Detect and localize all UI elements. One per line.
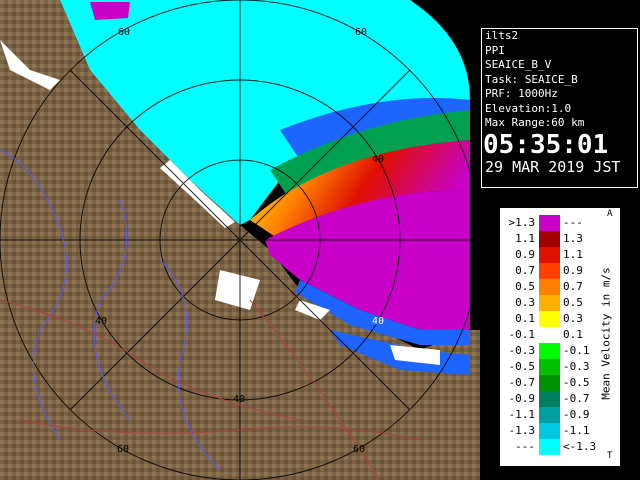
ring-label-40-sw: 40 — [95, 316, 107, 327]
legend-color-swatch — [539, 407, 560, 423]
legend-row-left-label: 0.9 — [515, 248, 535, 261]
legend-row-left-label: -0.5 — [508, 360, 536, 373]
legend-color-swatch — [539, 423, 560, 439]
ring-label-40-s: 40 — [233, 394, 245, 405]
legend-row-left-label: -0.3 — [508, 344, 536, 357]
task-name: Task: SEAICE_B — [485, 72, 578, 86]
ring-label-40-se: 40 — [372, 316, 384, 327]
ring-label-60-nw: 60 — [118, 27, 130, 38]
magenta-blob — [90, 2, 130, 20]
legend-row-right-label: <-1.3 — [563, 440, 597, 453]
legend-row-left-label: 0.1 — [515, 312, 535, 325]
legend-row-left-label: --- — [515, 440, 535, 453]
ring-label-40-ne: 40 — [372, 154, 384, 165]
legend-row-left-label: 0.5 — [515, 280, 535, 293]
scan-mode: PPI — [485, 43, 505, 57]
ring-label-60-ne: 60 — [355, 27, 367, 38]
legend-title-box: Mean Velocity in m/s — [597, 219, 617, 455]
legend-color-swatch — [539, 247, 560, 263]
legend-row-left-label: 1.1 — [515, 232, 535, 245]
legend-color-swatch — [539, 327, 560, 343]
ring-label-60-sw: 60 — [117, 444, 129, 455]
max-range-value: Max Range:60 km — [485, 116, 585, 129]
range-rings — [0, 0, 480, 480]
legend-row-right-label: 0.3 — [563, 312, 583, 325]
legend-color-swatch — [539, 311, 560, 327]
legend-color-swatch — [539, 279, 560, 295]
legend-row-right-label: 1.3 — [563, 232, 583, 245]
ring-label-60-se: 60 — [353, 444, 365, 455]
legend-row-left-label: -0.1 — [508, 328, 536, 341]
legend-row-right-label: --- — [563, 216, 583, 229]
legend-row-right-label: -0.9 — [563, 408, 590, 421]
legend-color-swatch — [539, 231, 560, 247]
legend-row-left-label: -1.1 — [508, 408, 536, 421]
elevation-value: Elevation:1.0 — [485, 101, 572, 115]
radar-image: 60 60 40 40 40 40 60 60 — [0, 0, 480, 480]
legend-color-swatch — [539, 295, 560, 311]
product-name: SEAICE_B_V — [485, 58, 552, 71]
legend-row-right-label: -1.1 — [563, 424, 590, 437]
legend-row-right-label: 0.5 — [563, 296, 583, 309]
legend-row-right-label: 0.7 — [563, 280, 583, 293]
velocity-legend: >1.3 --- 1.1 1.3 0.9 1.1 0.7 0.9 0.5 0.7 0.3 0.5 0.1… — [500, 208, 620, 466]
legend-row-right-label: -0.7 — [563, 392, 590, 405]
legend-color-swatch — [539, 215, 560, 231]
legend-row-left-label: -1.3 — [508, 424, 536, 437]
legend-row-right-label: 1.1 — [563, 248, 583, 261]
prf-value: PRF: 1000Hz — [485, 87, 558, 100]
legend-row-right-label: 0.1 — [563, 328, 583, 341]
legend-color-swatch — [539, 391, 560, 407]
legend-row-right-label: -0.1 — [563, 344, 590, 357]
scan-date: 29 MAR 2019 JST — [485, 157, 621, 176]
legend-color-swatch — [539, 375, 560, 391]
radar-ppi-display: 60 60 40 40 40 40 60 60 — [0, 0, 480, 480]
legend-row-left-label: >1.3 — [508, 216, 536, 229]
legend-row-left-label: 0.7 — [515, 264, 535, 277]
legend-top-tick: A — [607, 209, 613, 219]
legend-color-swatch — [539, 343, 560, 359]
legend-color-swatch — [539, 439, 560, 455]
legend-row-left-label: -0.7 — [508, 376, 536, 389]
legend-row-right-label: -0.3 — [563, 360, 590, 373]
legend-color-swatch — [539, 359, 560, 375]
legend-row-right-label: -0.5 — [563, 376, 590, 389]
scan-time: 05:35:01 — [483, 129, 609, 160]
info-panel: ilts2 PPI SEAICE_B_V Task: SEAICE_B PRF:… — [481, 28, 638, 188]
legend-row-left-label: 0.3 — [515, 296, 535, 309]
legend-row-right-label: 0.9 — [563, 264, 583, 277]
legend-title: Mean Velocity in m/s — [599, 267, 613, 400]
legend-color-swatch — [539, 263, 560, 279]
legend-row-left-label: -0.9 — [508, 392, 536, 405]
radar-name: ilts2 — [485, 29, 519, 42]
